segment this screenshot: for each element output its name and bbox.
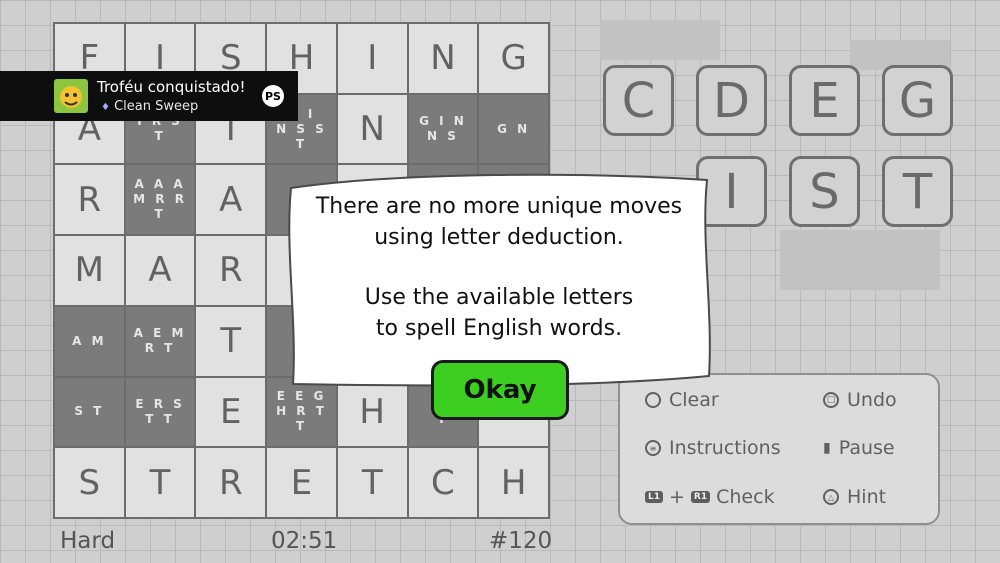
grid-cell-letter[interactable]: T [125,448,195,517]
cell-text: A M [72,333,107,348]
cell-text: N [430,38,456,79]
grid-cell-letter[interactable]: T [196,306,266,376]
letter-tile[interactable]: T [882,156,953,227]
grid-cell-letter[interactable]: I [337,24,407,93]
playstation-icon: PS [262,85,284,107]
grid-cell-letter[interactable]: N [337,94,407,164]
cell-text: G N [497,121,531,136]
cell-text: A E M R T [133,326,187,356]
trophy-image [54,79,88,113]
square-button-icon: □ [823,392,839,408]
grid-cell-candidates[interactable]: G N [479,94,548,164]
okay-button[interactable]: Okay [431,360,569,420]
trophy-title: Troféu conquistado! [97,78,246,96]
dialog-line-4: to spell English words. [375,316,623,341]
trophy-name: Clean Sweep [114,99,199,114]
instructions-label: Instructions [669,437,781,459]
dialog-line-1: There are no more unique moves [315,194,683,219]
letter-tile[interactable]: E [789,65,860,136]
cell-text: S T [74,404,105,419]
grid-cell-letter[interactable]: E [267,448,336,517]
hint-label: Hint [847,486,887,508]
dialog-line-2: using letter deduction. [374,225,624,250]
grid-cell-letter[interactable]: R [196,448,266,517]
trophy-icon: ♦ [101,102,110,113]
grid-cell-letter[interactable]: A [196,165,266,235]
undo-control[interactable]: □ Undo [823,389,897,411]
cell-text: E E G H R T T [276,389,327,434]
grid-cell-candidates[interactable]: G I N N S [408,94,478,164]
cell-text: H [500,462,527,503]
cell-text: T [361,462,383,503]
difficulty-label: Hard [60,528,116,554]
background-patch [780,230,940,290]
grid-cell-letter[interactable]: M [55,236,124,305]
cell-text: T [149,462,171,503]
cell-text: E [290,462,313,503]
background-patch [600,20,720,60]
letter-tile[interactable]: G [882,65,953,136]
grid-cell-candidates[interactable]: E R S T T [125,377,195,447]
pause-label: Pause [838,437,895,459]
letter-tile[interactable]: D [696,65,767,136]
circle-button-icon [645,392,661,408]
cell-text: N [359,109,385,150]
cell-text: R [218,250,243,291]
grid-cell-letter[interactable]: A [125,236,195,305]
grid-cell-candidates[interactable]: A E M R T [125,306,195,376]
cell-text: A [148,250,172,291]
clear-label: Clear [669,389,719,411]
pause-control[interactable]: ▮ Pause [823,437,895,459]
cell-text: H [359,391,385,432]
grid-cell-letter[interactable]: S [55,448,124,517]
cell-text: A [219,179,243,220]
cell-text: R [218,462,243,503]
trophy-notification: Troféu conquistado! ♦ Clean Sweep PS [0,71,298,121]
undo-label: Undo [847,389,897,411]
puzzle-number: #120 [489,528,553,554]
instructions-control[interactable]: ≡ Instructions [645,437,781,459]
dialog-line-3: Use the available letters [364,285,634,310]
controls-panel: Clear □ Undo ≡ Instructions ▮ Pause L1 +… [618,373,940,525]
cell-text: I [367,38,378,79]
cell-text: E R S T T [135,396,185,426]
check-label: Check [716,486,775,508]
check-control[interactable]: L1 + R1 Check [645,486,775,508]
grid-cell-candidates[interactable]: S T [55,377,124,447]
cell-text: S [78,462,101,503]
cell-text: M [74,250,105,291]
l1-button-icon: L1 [645,491,663,503]
hint-control[interactable]: △ Hint [823,486,886,508]
cell-text: E [220,391,242,432]
r1-button-icon: R1 [690,491,711,503]
message-dialog: There are no more unique moves using let… [283,170,715,392]
cell-text: A A A M R R T [133,177,187,222]
cell-text: R [77,179,102,220]
grid-cell-letter[interactable]: N [408,24,478,93]
grid-cell-letter[interactable]: G [479,24,548,93]
clear-control[interactable]: Clear [645,389,719,411]
grid-cell-letter[interactable]: R [55,165,124,235]
grid-cell-letter[interactable]: R [196,236,266,305]
cell-text: C [431,462,455,503]
cell-text: T [220,321,242,362]
triangle-button-icon: △ [823,489,839,505]
plus-sign: + [669,486,685,508]
cell-text: G [500,38,527,79]
letter-tile[interactable]: S [789,156,860,227]
trophy-name-row: ♦ Clean Sweep [101,99,198,114]
letter-tile[interactable]: C [603,65,674,136]
grid-cell-letter[interactable]: H [479,448,548,517]
grid-cell-letter[interactable]: C [408,448,478,517]
grid-cell-candidates[interactable]: A M [55,306,124,376]
cell-text: G I N N S [419,114,467,144]
touchpad-icon: ▮ [823,440,831,456]
grid-cell-letter[interactable]: E [196,377,266,447]
timer: 02:51 [271,528,338,554]
grid-cell-candidates[interactable]: A A A M R R T [125,165,195,235]
options-button-icon: ≡ [645,440,661,456]
grid-cell-letter[interactable]: T [337,448,407,517]
